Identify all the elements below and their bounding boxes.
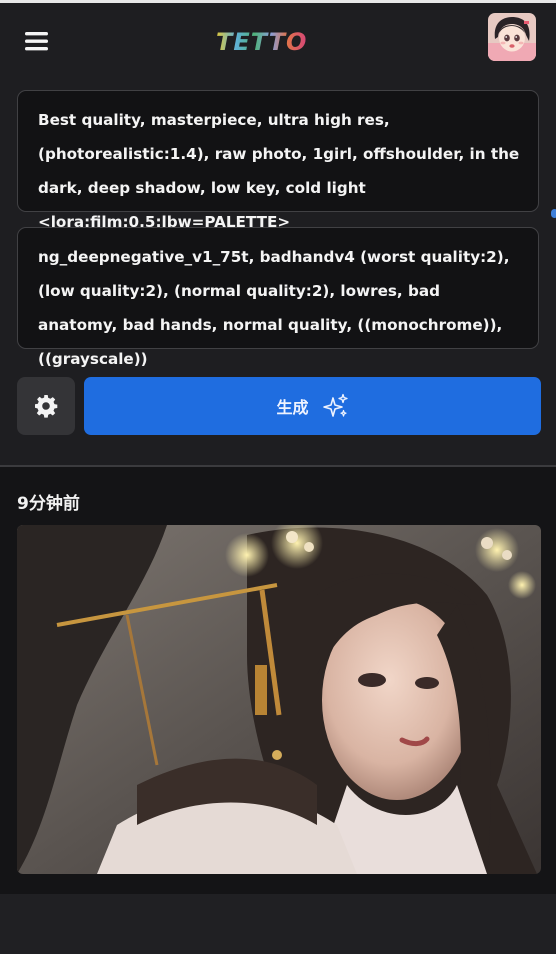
positive-prompt-text: Best quality, masterpiece, ultra high re… <box>38 111 520 231</box>
side-indicator <box>551 209 556 218</box>
app-header: TETTO <box>0 3 556 77</box>
sparkles-icon <box>322 393 348 417</box>
hamburger-menu-icon <box>25 32 48 51</box>
generated-image[interactable] <box>17 525 541 874</box>
menu-button[interactable] <box>20 27 54 57</box>
user-avatar[interactable] <box>488 13 536 61</box>
generate-button[interactable]: 生成 <box>84 377 541 435</box>
logo-text: TETTO <box>216 29 307 55</box>
result-section: 9分钟前 <box>0 467 556 894</box>
negative-prompt-field[interactable]: ng_deepnegative_v1_75t, badhandv4 (worst… <box>17 227 539 368</box>
result-time-label: 9分钟前 <box>17 494 80 514</box>
settings-button[interactable] <box>17 377 75 435</box>
tetto-logo[interactable]: TETTO <box>216 28 324 56</box>
gear-icon <box>35 395 58 418</box>
bottom-area <box>0 894 556 954</box>
positive-prompt-field[interactable]: Best quality, masterpiece, ultra high re… <box>17 90 539 231</box>
negative-prompt-text: ng_deepnegative_v1_75t, badhandv4 (worst… <box>38 248 510 368</box>
generate-label: 生成 <box>276 398 309 417</box>
